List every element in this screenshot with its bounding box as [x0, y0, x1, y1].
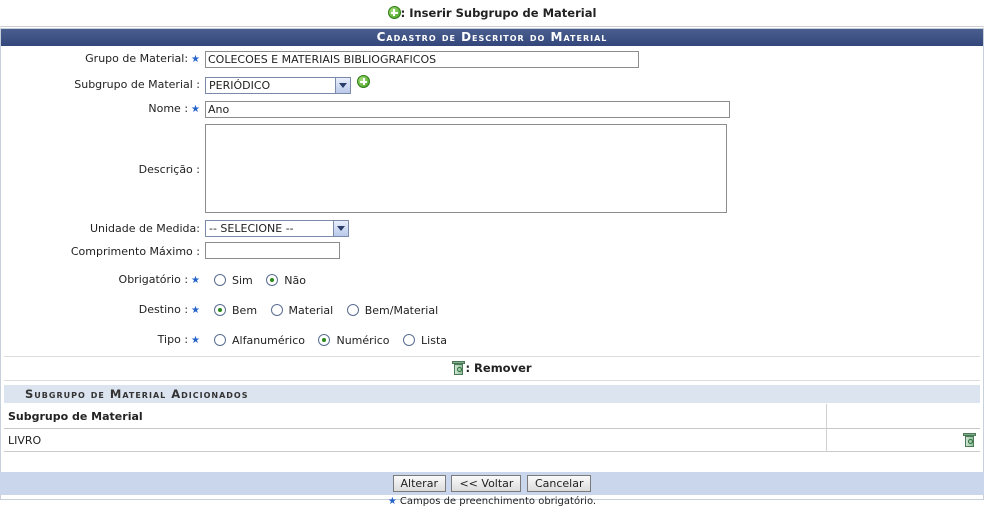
- insert-subgroup-link[interactable]: : Inserir Subgrupo de Material: [401, 6, 597, 20]
- radio-icon[interactable]: [214, 274, 226, 286]
- descricao-textarea[interactable]: [205, 124, 727, 213]
- destino-option-bem[interactable]: Bem: [214, 304, 257, 317]
- required-star-icon: ★: [191, 54, 200, 65]
- subgrupo-select[interactable]: PERIÓDICO: [205, 77, 351, 94]
- obrigatorio-option-nao[interactable]: Não: [266, 274, 306, 287]
- column-header-actions: [826, 404, 980, 429]
- subgroup-name-cell: LIVRO: [4, 428, 827, 452]
- grupo-label: Grupo de Material: ★: [85, 52, 200, 65]
- destino-label: Destino : ★: [138, 303, 200, 316]
- add-subgroup-icon[interactable]: [357, 75, 370, 88]
- unidade-select[interactable]: -- SELECIONE --: [205, 220, 349, 237]
- chevron-down-icon: [333, 221, 348, 236]
- subgrupo-label: Subgrupo de Material :: [74, 78, 200, 91]
- add-icon[interactable]: [387, 6, 401, 19]
- destino-radio-group: Bem Material Bem/Material: [214, 304, 448, 317]
- subgrupo-selected-value: PERIÓDICO: [209, 79, 271, 92]
- nome-label: Nome : ★: [148, 102, 200, 115]
- nome-field[interactable]: Ano: [205, 101, 730, 118]
- action-cell: [826, 428, 980, 452]
- top-action-bar: : Inserir Subgrupo de Material: [0, 0, 984, 27]
- form-title: Cadastro de Descritor do Material: [1, 29, 983, 46]
- obrigatorio-radio-group: Sim Não: [214, 274, 316, 287]
- destino-option-bem-material[interactable]: Bem/Material: [346, 304, 438, 317]
- table-header-row: Subgrupo de Material: [4, 404, 980, 429]
- unidade-selected-value: -- SELECIONE --: [209, 222, 294, 235]
- descriptor-form: Cadastro de Descritor do Material Grupo …: [0, 28, 984, 500]
- voltar-button[interactable]: << Voltar: [451, 475, 522, 492]
- radio-checked-icon[interactable]: [266, 274, 279, 286]
- chevron-down-icon: [335, 78, 350, 93]
- added-subgroups-table: Subgrupo de Material LIVRO: [4, 404, 980, 452]
- tipo-option-numerico[interactable]: Numérico: [318, 334, 390, 347]
- tipo-radio-group: Alfanumérico Numérico Lista: [214, 334, 457, 347]
- required-star-icon: ★: [191, 305, 200, 316]
- obrigatorio-label: Obrigatório : ★: [118, 273, 200, 286]
- table-row: LIVRO: [4, 428, 980, 452]
- unidade-label: Unidade de Medida:: [89, 222, 200, 235]
- descricao-label: Descrição :: [138, 163, 200, 176]
- comprimento-label: Comprimento Máximo :: [70, 245, 200, 258]
- radio-icon[interactable]: [346, 304, 359, 316]
- form-footer: Alterar << Voltar Cancelar: [0, 472, 984, 495]
- required-star-icon: ★: [191, 335, 200, 346]
- radio-icon[interactable]: [403, 334, 416, 346]
- required-fields-note: ★ Campos de preenchimento obrigatório.: [387, 496, 597, 507]
- radio-checked-icon[interactable]: [214, 304, 226, 316]
- required-star-icon: ★: [191, 104, 200, 115]
- comprimento-field[interactable]: [205, 242, 340, 259]
- trash-icon[interactable]: [963, 433, 976, 447]
- tipo-option-lista[interactable]: Lista: [403, 334, 447, 347]
- alterar-button[interactable]: Alterar: [392, 475, 446, 492]
- radio-icon[interactable]: [214, 334, 226, 346]
- column-header-subgrupo: Subgrupo de Material: [4, 404, 827, 429]
- grupo-field[interactable]: COLECOES E MATERIAIS BIBLIOGRAFICOS: [205, 51, 639, 68]
- destino-option-material[interactable]: Material: [270, 304, 333, 317]
- cancelar-button[interactable]: Cancelar: [526, 475, 592, 492]
- tipo-option-alfanumerico[interactable]: Alfanumérico: [214, 334, 305, 347]
- remover-legend: : Remover: [4, 356, 980, 381]
- radio-checked-icon[interactable]: [318, 334, 331, 346]
- required-star-icon: ★: [387, 496, 397, 507]
- obrigatorio-option-sim[interactable]: Sim: [214, 274, 253, 287]
- trash-icon: [452, 361, 466, 375]
- radio-icon[interactable]: [270, 304, 283, 316]
- tipo-label: Tipo : ★: [157, 333, 200, 346]
- required-star-icon: ★: [191, 275, 200, 286]
- added-subgroups-title: Subgrupo de Material Adicionados: [4, 385, 980, 403]
- remover-label: : Remover: [465, 361, 532, 375]
